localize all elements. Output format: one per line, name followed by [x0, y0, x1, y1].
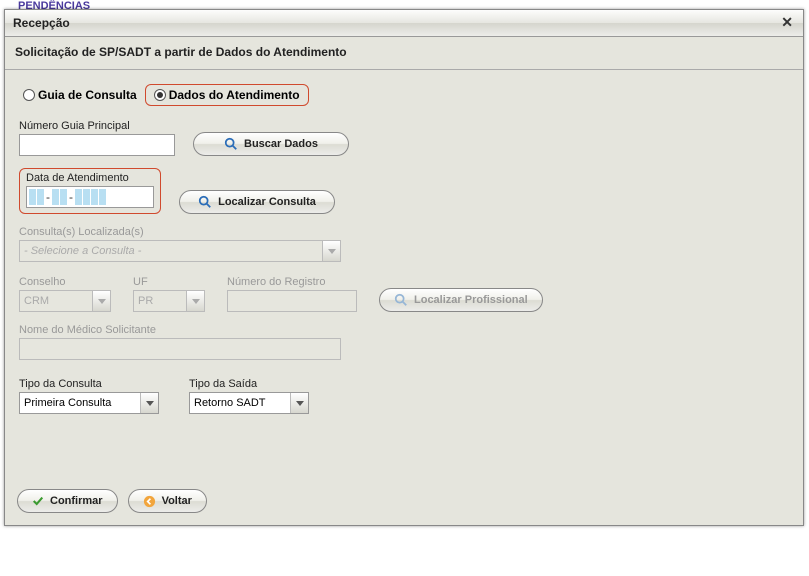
search-icon	[198, 195, 212, 209]
data-atendimento-input[interactable]: - -	[26, 186, 154, 208]
search-icon	[394, 293, 408, 307]
button-label: Localizar Profissional	[414, 294, 528, 306]
numero-guia-input[interactable]	[19, 134, 175, 156]
conselho-label: Conselho	[19, 276, 111, 288]
buscar-dados-button[interactable]: Buscar Dados	[193, 132, 349, 156]
chevron-down-icon	[92, 291, 110, 311]
numero-registro-input	[227, 290, 357, 312]
radio-icon	[154, 89, 166, 101]
search-icon	[224, 137, 238, 151]
nome-medico-input	[19, 338, 341, 360]
titlebar: Recepção ✕	[5, 10, 803, 37]
button-label: Buscar Dados	[244, 138, 318, 150]
numero-registro-label: Número do Registro	[227, 276, 357, 288]
subtitle: Solicitação de SP/SADT a partir de Dados…	[5, 37, 803, 70]
radio-guia-consulta[interactable]: Guia de Consulta	[19, 86, 141, 104]
radio-dados-atendimento[interactable]: Dados do Atendimento	[145, 84, 309, 106]
data-atendimento-group: Data de Atendimento - -	[19, 168, 161, 214]
consultas-localizadas-select	[19, 240, 341, 262]
radio-icon	[23, 89, 35, 101]
radio-row: Guia de Consulta Dados do Atendimento	[19, 84, 789, 106]
button-label: Confirmar	[50, 495, 103, 507]
tipo-consulta-label: Tipo da Consulta	[19, 378, 159, 390]
chevron-down-icon	[186, 291, 204, 311]
chevron-down-icon	[322, 241, 340, 261]
tipo-consulta-select[interactable]	[19, 392, 159, 414]
window-title: Recepção	[13, 16, 70, 30]
form-body: Guia de Consulta Dados do Atendimento Nú…	[5, 70, 803, 525]
button-label: Localizar Consulta	[218, 196, 316, 208]
window: Recepção ✕ Solicitação de SP/SADT a part…	[4, 9, 804, 526]
button-label: Voltar	[162, 495, 192, 507]
localizar-consulta-button[interactable]: Localizar Consulta	[179, 190, 335, 214]
voltar-button[interactable]: Voltar	[128, 489, 207, 513]
uf-label: UF	[133, 276, 205, 288]
numero-guia-label: Número Guia Principal	[19, 120, 175, 132]
data-atendimento-label: Data de Atendimento	[26, 172, 154, 184]
check-icon	[32, 495, 44, 507]
back-icon	[143, 495, 156, 508]
consultas-localizadas-label: Consulta(s) Localizada(s)	[19, 226, 789, 238]
radio-label: Dados do Atendimento	[169, 88, 300, 102]
close-icon[interactable]: ✕	[777, 14, 797, 31]
confirmar-button[interactable]: Confirmar	[17, 489, 118, 513]
localizar-profissional-button[interactable]: Localizar Profissional	[379, 288, 543, 312]
chevron-down-icon[interactable]	[290, 393, 308, 413]
radio-label: Guia de Consulta	[38, 88, 137, 102]
tipo-saida-label: Tipo da Saída	[189, 378, 309, 390]
chevron-down-icon[interactable]	[140, 393, 158, 413]
footer: Confirmar Voltar	[5, 479, 803, 525]
nome-medico-label: Nome do Médico Solicitante	[19, 324, 789, 336]
